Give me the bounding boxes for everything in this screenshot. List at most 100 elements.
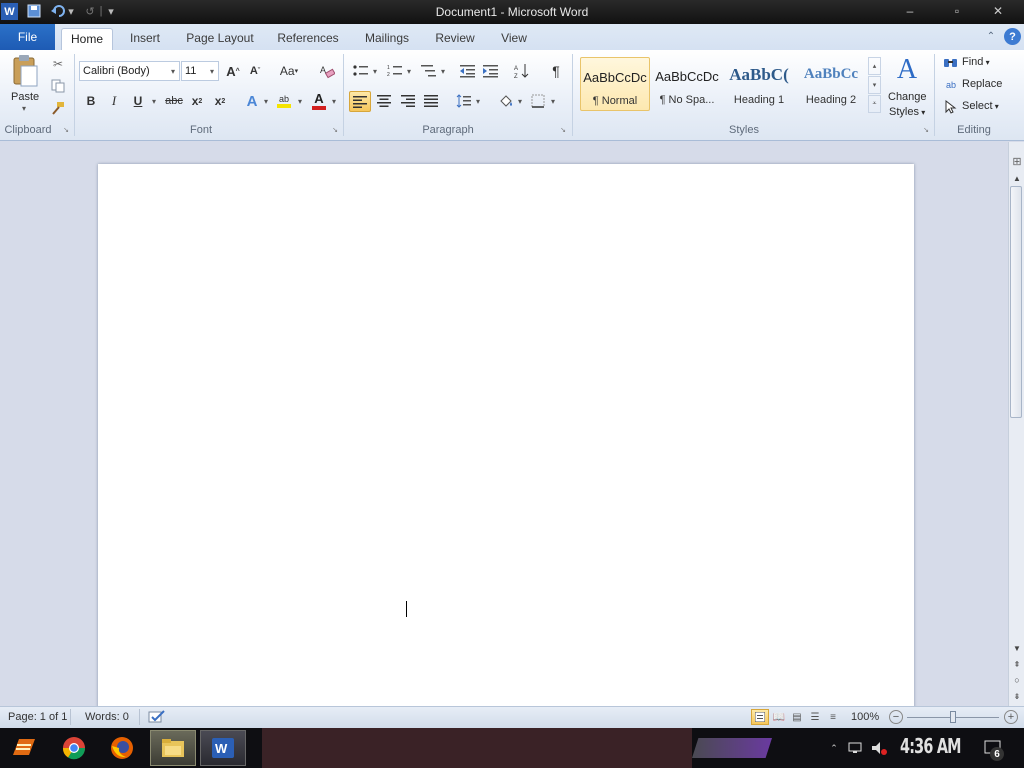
select-icon[interactable] <box>943 99 959 115</box>
change-styles-line2[interactable]: Styles ▾ <box>889 106 925 118</box>
tab-insert[interactable]: Insert <box>122 28 168 50</box>
borders-icon[interactable] <box>529 92 547 110</box>
align-right-icon[interactable] <box>399 92 417 110</box>
font-launcher-icon[interactable]: ↘ <box>331 126 339 134</box>
find-button[interactable]: Find ▾ <box>962 56 990 68</box>
zoom-slider-thumb[interactable] <box>950 711 956 723</box>
line-spacing-icon[interactable] <box>455 92 473 110</box>
highlight-dropdown-icon[interactable]: ▾ <box>296 92 304 110</box>
highlight-icon[interactable]: ab <box>274 90 294 112</box>
ruler-toggle-icon[interactable]: ⊞ <box>1010 154 1024 168</box>
styles-scroll-up-icon[interactable]: ▴ <box>868 57 881 75</box>
underline-dropdown-icon[interactable]: ▾ <box>149 92 159 110</box>
font-name-dropdown-icon[interactable]: ▾ <box>168 64 178 78</box>
sort-icon[interactable]: AZ <box>513 62 531 80</box>
bullets-icon[interactable] <box>352 62 370 80</box>
firefox-icon[interactable] <box>104 730 140 766</box>
multilevel-dropdown-icon[interactable]: ▾ <box>439 62 447 80</box>
tray-expand-icon[interactable]: ⌃ <box>828 741 840 755</box>
numbering-dropdown-icon[interactable]: ▾ <box>405 62 413 80</box>
font-size-dropdown-icon[interactable]: ▾ <box>207 64 217 78</box>
replace-icon[interactable]: ab <box>943 77 959 93</box>
word-count[interactable]: Words: 0 <box>85 711 129 723</box>
zoom-out-icon[interactable]: − <box>889 710 903 724</box>
tab-home[interactable]: Home <box>61 28 113 50</box>
minimize-button[interactable]: – <box>896 2 924 20</box>
volume-icon[interactable] <box>870 740 888 756</box>
decrease-indent-icon[interactable] <box>459 62 477 80</box>
underline-button[interactable]: U <box>129 92 147 110</box>
format-painter-icon[interactable] <box>50 100 66 116</box>
font-color-icon[interactable]: A <box>309 90 329 112</box>
style-no-spacing[interactable]: AaBbCcDc ¶ No Spa... <box>652 57 722 111</box>
explorer-icon[interactable] <box>150 730 196 766</box>
multilevel-list-icon[interactable] <box>420 62 438 80</box>
show-marks-icon[interactable]: ¶ <box>547 62 565 80</box>
print-layout-icon[interactable] <box>751 709 769 725</box>
center-icon[interactable] <box>375 92 393 110</box>
zoom-level[interactable]: 100% <box>851 711 879 723</box>
change-styles-line1[interactable]: Change <box>888 91 927 103</box>
clipboard-launcher-icon[interactable]: ↘ <box>62 126 70 134</box>
text-effects-icon[interactable]: A <box>243 92 261 110</box>
subscript-button[interactable]: x2 <box>188 92 206 110</box>
change-styles-icon[interactable]: A <box>891 54 923 86</box>
numbering-icon[interactable]: 12 <box>386 62 404 80</box>
line-spacing-dropdown-icon[interactable]: ▾ <box>474 92 482 110</box>
draft-icon[interactable]: ≡ <box>825 709 841 725</box>
cut-icon[interactable]: ✂ <box>50 56 66 72</box>
clear-formatting-icon[interactable]: A <box>318 62 336 80</box>
network-icon[interactable] <box>847 740 865 756</box>
justify-icon[interactable] <box>422 92 440 110</box>
paste-icon[interactable] <box>10 54 40 88</box>
shrink-font-button[interactable]: Aˇ <box>246 62 264 80</box>
tab-file[interactable]: File <box>0 24 55 50</box>
replace-button[interactable]: Replace <box>962 78 1002 90</box>
borders-dropdown-icon[interactable]: ▾ <box>549 92 557 110</box>
tab-mailings[interactable]: Mailings <box>357 28 417 50</box>
paragraph-launcher-icon[interactable]: ↘ <box>559 126 567 134</box>
maximize-button[interactable]: ▫ <box>943 2 971 20</box>
strikethrough-button[interactable]: abc <box>163 92 185 110</box>
find-icon[interactable] <box>943 55 959 71</box>
align-left-icon[interactable] <box>349 91 371 112</box>
shading-icon[interactable] <box>496 92 516 110</box>
styles-more-icon[interactable]: ⩡ <box>868 95 881 113</box>
superscript-button[interactable]: x2 <box>211 92 229 110</box>
styles-launcher-icon[interactable]: ↘ <box>922 126 930 134</box>
select-button[interactable]: Select ▾ <box>962 100 999 112</box>
style-heading-2[interactable]: AaBbCc Heading 2 <box>796 57 866 111</box>
proofing-icon[interactable] <box>148 709 166 725</box>
document-page[interactable] <box>98 164 914 724</box>
tab-page-layout[interactable]: Page Layout <box>182 28 258 50</box>
italic-button[interactable]: I <box>105 92 123 110</box>
next-page-icon[interactable]: ⇟ <box>1010 690 1024 702</box>
page-count[interactable]: Page: 1 of 1 <box>8 711 67 723</box>
clock[interactable]: 4:36 AM <box>900 734 961 758</box>
minimize-ribbon-icon[interactable]: ⌃ <box>984 29 998 43</box>
help-icon[interactable]: ? <box>1004 28 1021 45</box>
word-task-icon[interactable]: W <box>200 730 246 766</box>
font-name-box[interactable]: Calibri (Body) <box>79 61 180 81</box>
full-screen-reading-icon[interactable]: 📖 <box>771 709 787 725</box>
copy-icon[interactable] <box>50 78 66 94</box>
web-layout-icon[interactable]: ▤ <box>789 709 805 725</box>
styles-scroll-down-icon[interactable]: ▾ <box>868 76 881 94</box>
tab-references[interactable]: References <box>270 28 346 50</box>
font-color-dropdown-icon[interactable]: ▾ <box>330 92 338 110</box>
bold-button[interactable]: B <box>82 92 100 110</box>
outline-icon[interactable]: ☰ <box>807 709 823 725</box>
start-icon[interactable] <box>4 730 44 766</box>
scroll-down-icon[interactable]: ▼ <box>1010 642 1024 654</box>
paste-dropdown-icon[interactable]: ▾ <box>22 104 26 113</box>
chrome-icon[interactable] <box>56 730 92 766</box>
change-case-button[interactable]: Aa ▾ <box>276 62 302 80</box>
paste-button[interactable]: Paste <box>11 91 39 103</box>
browse-object-icon[interactable]: ○ <box>1010 674 1024 686</box>
tab-review[interactable]: Review <box>430 28 480 50</box>
scroll-thumb[interactable] <box>1010 186 1022 418</box>
zoom-in-icon[interactable]: + <box>1004 710 1018 724</box>
style-normal[interactable]: AaBbCcDc ¶ Normal <box>580 57 650 111</box>
scroll-up-icon[interactable]: ▲ <box>1010 172 1024 184</box>
tab-view[interactable]: View <box>494 28 534 50</box>
